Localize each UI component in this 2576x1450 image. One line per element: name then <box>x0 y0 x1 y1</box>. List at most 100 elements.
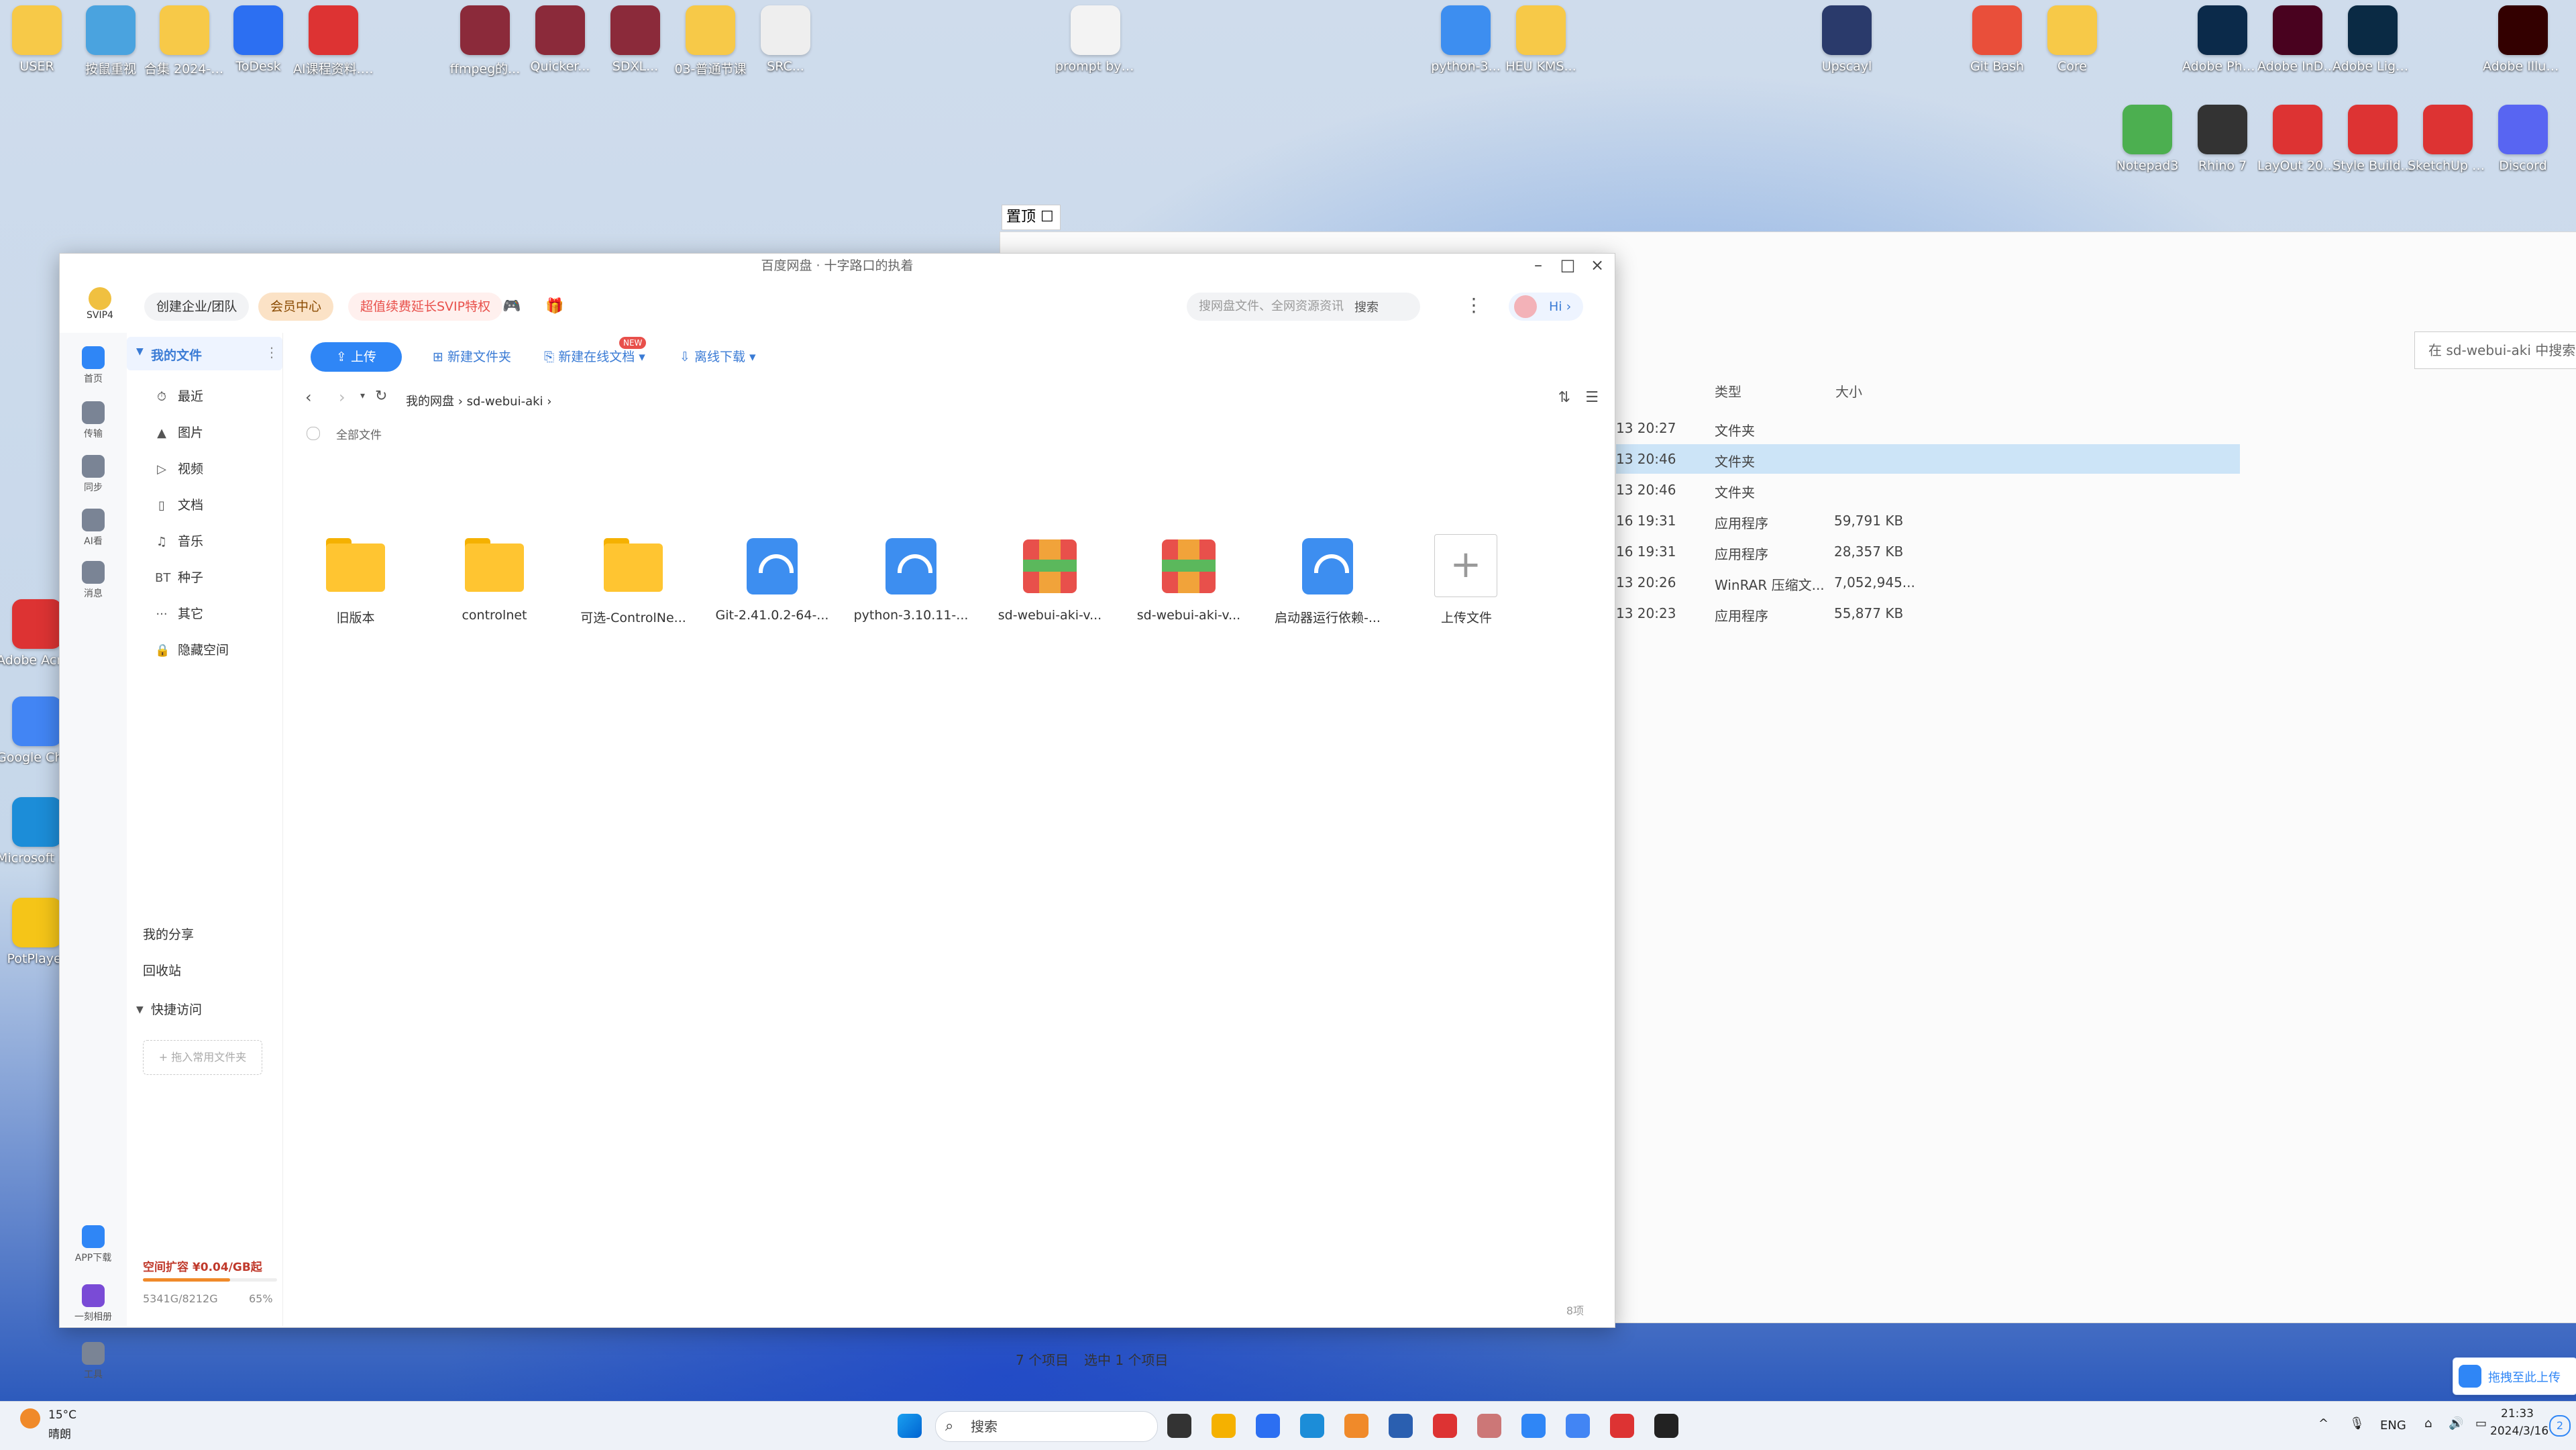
desktop-icon[interactable]: Git Bash <box>1957 5 2037 74</box>
onedrive-icon[interactable] <box>1344 1414 1368 1438</box>
desktop-icon[interactable]: Quicker... <box>520 5 600 74</box>
explorer-row[interactable]: 13 20:46 文件夹 <box>1616 475 2240 505</box>
rail-item[interactable]: 一刻相册 <box>60 1284 127 1323</box>
desktop-icon[interactable]: python-3... <box>1426 5 1506 74</box>
offline-download-button[interactable]: ⇩ 离线下载 ▾ <box>680 342 756 372</box>
desktop-icon[interactable]: USER <box>0 5 77 74</box>
weather-icon[interactable] <box>20 1408 40 1429</box>
desktop-icon[interactable]: Discord <box>2483 105 2563 173</box>
file-item[interactable]: 可选-ControlNe... <box>570 534 697 626</box>
upload-file-tile[interactable]: + 上传文件 <box>1403 534 1530 626</box>
rail-item[interactable]: APP下载 <box>60 1225 127 1264</box>
chrome-icon[interactable] <box>1566 1414 1590 1438</box>
tray-chevron-icon[interactable]: ^ <box>2318 1416 2328 1431</box>
clock-time[interactable]: 21:33 <box>2501 1407 2534 1420</box>
sidebar-item[interactable]: ▲ 图片 <box>127 416 282 450</box>
desktop-icon[interactable]: 按鼠重视 <box>70 5 151 77</box>
gift-icon[interactable]: 🎁 <box>545 298 566 315</box>
volume-icon[interactable]: 🔊 <box>2449 1416 2463 1431</box>
file-explorer-icon[interactable] <box>1212 1414 1236 1438</box>
explorer-row[interactable]: 13 20:26 WinRAR 压缩文... 7,052,945... <box>1616 568 2240 597</box>
notification-badge[interactable]: 2 <box>2549 1415 2571 1437</box>
desktop-icon[interactable]: Upscayl <box>1807 5 1887 74</box>
file-item[interactable]: controlnet <box>431 534 558 623</box>
create-team-button[interactable]: 创建企业/团队 <box>144 293 250 321</box>
acrobat-icon[interactable] <box>1433 1414 1457 1438</box>
user-avatar-button[interactable]: Hi › <box>1509 293 1584 321</box>
svip-promo-button[interactable]: 超值续费延长SVIP特权 <box>348 293 503 321</box>
sidebar-recycle[interactable]: 回收站 <box>127 954 282 988</box>
refresh-icon[interactable]: ↻ <box>375 388 387 405</box>
sidebar-my-files[interactable]: ▼ 我的文件 ⋮ <box>127 337 282 370</box>
sidebar-item[interactable]: BT 种子 <box>127 561 282 594</box>
game-icon[interactable]: 🎮 <box>502 298 523 315</box>
start-button[interactable] <box>898 1414 922 1438</box>
desktop-icon[interactable]: prompt by gpt.txt <box>1055 5 1136 74</box>
more-icon[interactable]: ⋮ <box>265 344 278 360</box>
file-item[interactable]: 启动器运行依赖-... <box>1264 534 1391 626</box>
sort-icon[interactable]: ⇅ <box>1558 389 1570 406</box>
desktop-icon[interactable]: SDXL... <box>595 5 676 74</box>
sidebar-item[interactable]: ▷ 视频 <box>127 452 282 486</box>
file-item[interactable]: sd-webui-aki-v... <box>986 534 1114 623</box>
breadcrumb-current[interactable]: sd-webui-aki <box>467 395 543 409</box>
new-folder-button[interactable]: ⊞ 新建文件夹 <box>433 342 511 372</box>
search-input[interactable]: 搜网盘文件、全网资源资讯 <box>1187 293 1420 321</box>
desktop-icon[interactable]: ffmpeg的... <box>445 5 525 77</box>
select-all-checkbox[interactable] <box>307 427 320 440</box>
drag-upload-widget[interactable]: 拖拽至此上传 <box>2453 1357 2576 1395</box>
battery-icon[interactable]: ▭ <box>2475 1416 2487 1431</box>
rail-item[interactable]: 消息 <box>60 561 127 600</box>
close-button[interactable]: × <box>1582 254 1612 278</box>
sidebar-quick-access[interactable]: ▼ 快捷访问 <box>127 993 282 1027</box>
desktop-icon[interactable]: 合集 2024-01 <box>144 5 225 77</box>
explorer-row[interactable]: 13 20:23 应用程序 55,877 KB <box>1616 599 2240 628</box>
desktop-icon[interactable]: HEU KMS... <box>1501 5 1581 74</box>
upload-button[interactable]: ⇪ 上传 <box>311 342 402 372</box>
desktop-icon[interactable]: AI课程资料.pdf <box>293 5 374 77</box>
microphone-icon[interactable]: 🎙 <box>2349 1416 2365 1431</box>
sidebar-item[interactable]: ▯ 文档 <box>127 488 282 522</box>
taskbar-search[interactable]: ⌕ 搜索 <box>935 1411 1158 1442</box>
desktop-icon[interactable]: ToDesk <box>218 5 299 74</box>
explorer-row[interactable]: 13 20:27 文件夹 <box>1616 413 2240 443</box>
desktop-icon[interactable]: SRC... <box>745 5 826 74</box>
file-item[interactable]: Git-2.41.0.2-64-... <box>708 534 836 623</box>
add-common-folder-button[interactable]: + 拖入常用文件夹 <box>143 1040 262 1075</box>
history-dropdown-icon[interactable]: ▾ <box>360 391 365 401</box>
list-view-icon[interactable]: ☰ <box>1585 389 1599 406</box>
col-size-header[interactable]: 大小 <box>1835 381 1862 401</box>
desktop-icon[interactable]: LayOut 2019 <box>2257 105 2338 173</box>
desktop-icon[interactable]: 03-普通节课 <box>670 5 751 77</box>
clock-date[interactable]: 2024/3/16 <box>2490 1425 2548 1438</box>
sidebar-item[interactable]: ♫ 音乐 <box>127 525 282 558</box>
desktop-icon[interactable]: Adobe Photosh... <box>2182 5 2263 74</box>
forward-button[interactable]: › <box>339 388 345 407</box>
back-button[interactable]: ‹ <box>305 388 312 407</box>
sidebar-my-share[interactable]: 我的分享 <box>127 918 282 951</box>
desktop-icon[interactable]: Adobe Lightroo... <box>2332 5 2413 74</box>
storage-promo-link[interactable]: 空间扩容 ¥0.04/GB起 <box>143 1257 262 1274</box>
file-item[interactable]: python-3.10.11-... <box>847 534 975 623</box>
app-icon[interactable] <box>1389 1414 1413 1438</box>
obs-icon[interactable] <box>1654 1414 1678 1438</box>
member-center-button[interactable]: 会员中心 <box>258 293 334 321</box>
sidebar-item[interactable]: ⏱ 最近 <box>127 380 282 413</box>
file-item[interactable]: sd-webui-aki-v... <box>1125 534 1252 623</box>
rail-item[interactable]: AI看 <box>60 509 127 548</box>
pin-toggle[interactable]: 置顶 ☐ <box>1002 205 1061 230</box>
language-indicator[interactable]: ENG <box>2380 1418 2406 1433</box>
sidebar-item[interactable]: 🔒 隐藏空间 <box>127 633 282 667</box>
task-view-icon[interactable] <box>1167 1414 1191 1438</box>
col-type-header[interactable]: 类型 <box>1715 381 1741 401</box>
desktop-icon[interactable]: Style Build... <box>2332 105 2413 173</box>
explorer-row[interactable]: 16 19:31 应用程序 28,357 KB <box>1616 537 2240 566</box>
search-button[interactable]: 搜索 <box>1354 298 1379 315</box>
desktop-icon[interactable]: Notepad3 <box>2107 105 2188 173</box>
app-icon[interactable] <box>1477 1414 1501 1438</box>
baidu-netdisk-icon[interactable] <box>1521 1414 1546 1438</box>
rail-item[interactable]: 工具 <box>60 1342 127 1381</box>
explorer-row[interactable]: 16 19:31 应用程序 59,791 KB <box>1616 506 2240 535</box>
file-item[interactable]: 旧版本 <box>292 534 419 626</box>
desktop-icon[interactable]: SketchUp 2019 <box>2408 105 2488 173</box>
